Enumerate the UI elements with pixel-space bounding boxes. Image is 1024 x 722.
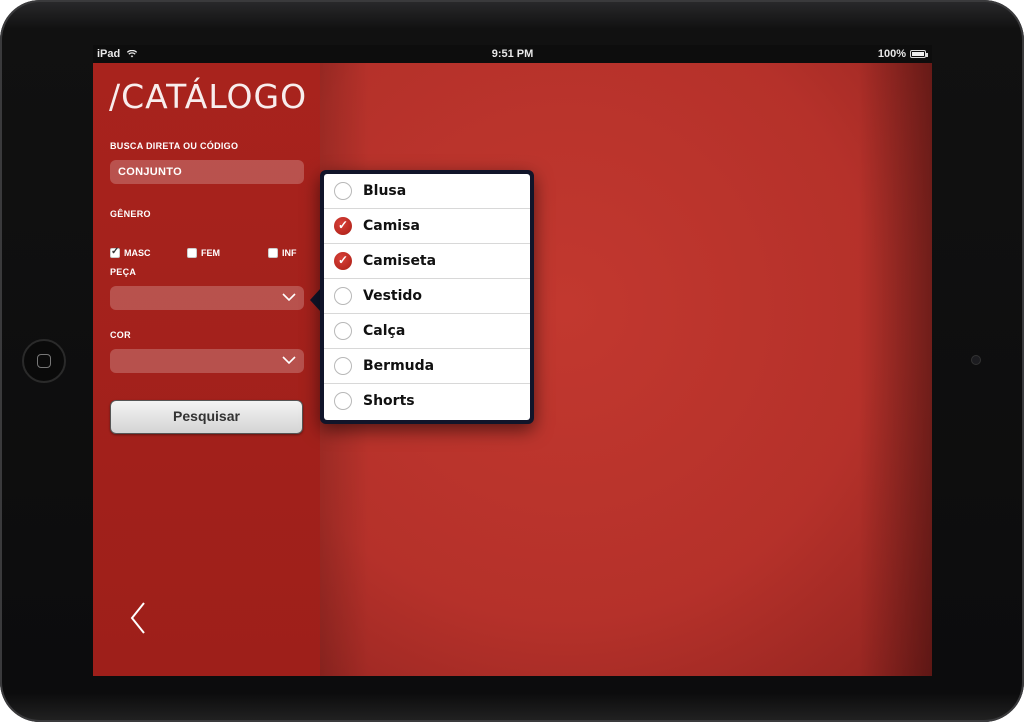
screen: iPad 9:51 PM 100% /CATÁLOGO BUSCA DIRETA… (93, 45, 932, 676)
list-item[interactable]: Camiseta (324, 244, 530, 279)
checkbox-fem[interactable]: FEM (187, 248, 220, 258)
sidebar: /CATÁLOGO BUSCA DIRETA OU CÓDIGO CONJUNT… (93, 63, 320, 676)
chevron-down-icon (282, 293, 296, 302)
clock: 9:51 PM (491, 48, 534, 60)
item-label: Shorts (363, 393, 415, 409)
checkbox-icon (187, 248, 197, 258)
peca-popover: Blusa Camisa Camiseta Vestido Calça (320, 170, 534, 424)
radio-icon (334, 392, 352, 410)
item-label: Camiseta (363, 253, 437, 269)
checkbox-icon (268, 248, 278, 258)
item-label: Calça (363, 323, 406, 339)
item-label: Blusa (363, 183, 407, 199)
search-value: CONJUNTO (118, 166, 182, 178)
back-arrow-icon[interactable] (129, 601, 147, 635)
front-camera (971, 355, 981, 365)
peca-select[interactable] (110, 286, 304, 310)
search-label: BUSCA DIRETA OU CÓDIGO (110, 141, 239, 151)
cor-select[interactable] (110, 349, 304, 373)
ipad-device: iPad 9:51 PM 100% /CATÁLOGO BUSCA DIRETA… (0, 0, 1024, 722)
radio-checked-icon (334, 217, 352, 235)
peca-label: PEÇA (110, 267, 137, 277)
radio-checked-icon (334, 252, 352, 270)
home-button[interactable] (22, 339, 66, 383)
status-bar: iPad 9:51 PM 100% (93, 45, 932, 63)
radio-icon (334, 322, 352, 340)
home-square-icon (37, 354, 51, 368)
list-item[interactable]: Bermuda (324, 349, 530, 384)
checkbox-checked-icon (110, 246, 120, 258)
list-item[interactable]: Camisa (324, 209, 530, 244)
radio-icon (334, 182, 352, 200)
checkbox-label: MASC (124, 248, 151, 258)
radio-icon (334, 287, 352, 305)
cor-label: COR (110, 330, 131, 340)
peca-options-list: Blusa Camisa Camiseta Vestido Calça (324, 174, 530, 420)
list-item[interactable]: Vestido (324, 279, 530, 314)
search-input[interactable]: CONJUNTO (110, 160, 304, 184)
checkbox-label: FEM (201, 248, 220, 258)
checkbox-masc[interactable]: MASC (110, 246, 151, 258)
item-label: Bermuda (363, 358, 435, 374)
list-item[interactable]: Calça (324, 314, 530, 349)
list-item[interactable]: Blusa (324, 174, 530, 209)
genero-label: GÊNERO (110, 209, 151, 219)
item-label: Vestido (363, 288, 423, 304)
item-label: Camisa (363, 218, 420, 234)
radio-icon (334, 357, 352, 375)
list-item[interactable]: Shorts (324, 384, 530, 419)
checkbox-label: INF (282, 248, 297, 258)
chevron-down-icon (282, 356, 296, 365)
battery-icon (910, 50, 928, 58)
battery-percent: 100% (877, 48, 906, 60)
checkbox-inf[interactable]: INF (268, 248, 297, 258)
search-button[interactable]: Pesquisar (110, 400, 303, 434)
page-title: /CATÁLOGO (109, 77, 308, 116)
